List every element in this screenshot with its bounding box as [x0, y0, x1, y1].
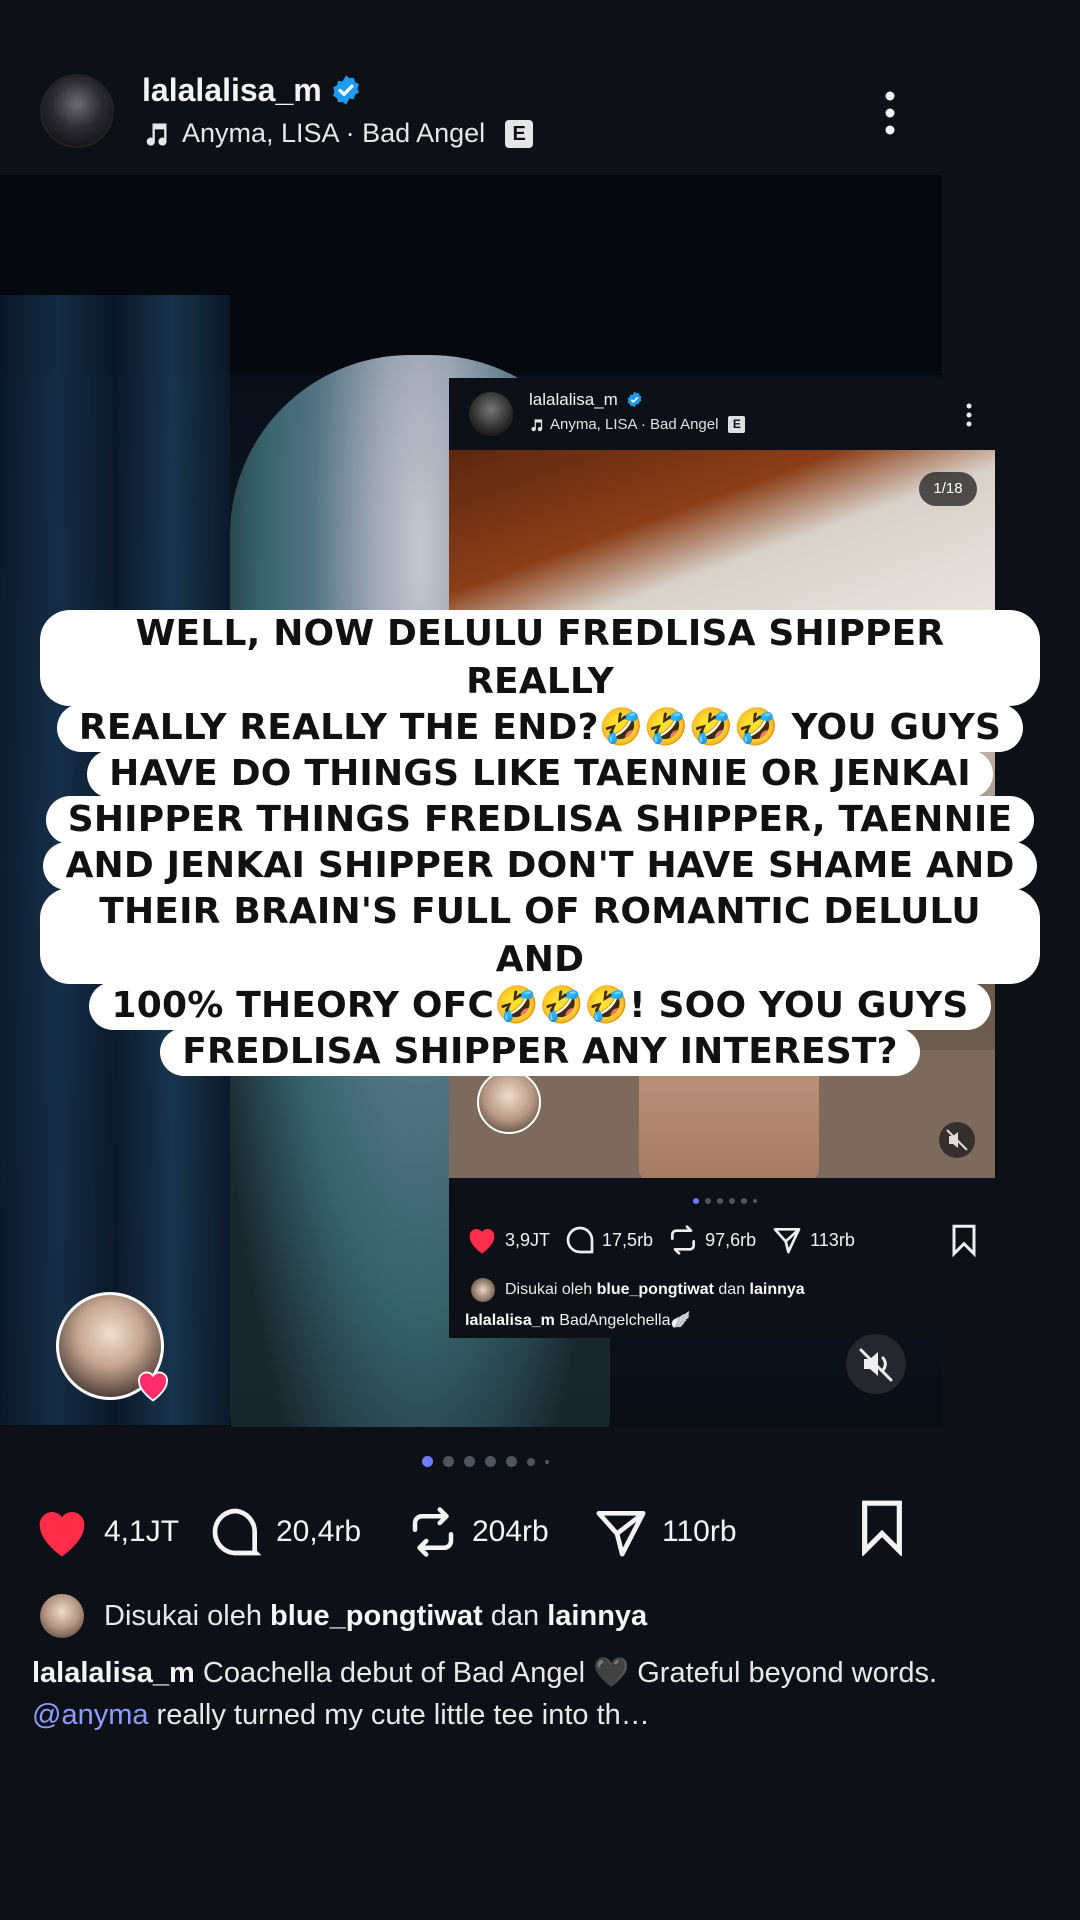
embedded-liked-others: lainnya [749, 1281, 805, 1298]
volume-muted-icon [859, 1348, 893, 1382]
embedded-comment: 17,5rb [564, 1224, 653, 1256]
comment-button[interactable]: 20,4rb [208, 1500, 361, 1564]
embedded-ceiling [449, 450, 995, 610]
embedded-music-info: Anyma, LISA · Bad Angel E [529, 416, 746, 433]
caption-text-more: really turned my cute little tee into th… [156, 1699, 650, 1731]
comment-count: 20,4rb [276, 1515, 362, 1548]
embedded-heart-icon [469, 1228, 495, 1254]
embedded-username: lalalalisa_m [529, 390, 618, 409]
bookmark-icon[interactable] [856, 1498, 908, 1556]
explicit-badge: E [505, 119, 534, 148]
embedded-share-icon [773, 1228, 801, 1254]
embedded-liked-user: blue_pongtiwat [596, 1281, 714, 1298]
carousel-dot-active[interactable] [422, 1456, 433, 1467]
embedded-verified-icon [627, 391, 641, 408]
music-title: Anyma, LISA · Bad Angel [182, 118, 486, 148]
overlay-line: REALLY REALLY THE END?🤣🤣🤣🤣 YOU GUYS [56, 704, 1024, 752]
post-caption[interactable]: lalalalisa_m Coachella debut of Bad Ange… [32, 1652, 1032, 1736]
embedded-like-count: 3,9JT [505, 1229, 551, 1250]
overlay-line: AND JENKAI SHIPPER DON'T HAVE SHAME AND [43, 842, 1037, 890]
overlay-line: THEIR BRAIN'S FULL OF ROMANTIC DELULU AN… [40, 888, 1040, 984]
caption-username[interactable]: lalalalisa_m [32, 1657, 195, 1689]
repost-icon [412, 1507, 454, 1557]
embedded-slide-counter: 1/18 [919, 472, 977, 506]
more-options-icon[interactable] [870, 90, 910, 136]
carousel-dot[interactable] [485, 1456, 496, 1467]
embedded-more-icon [966, 403, 972, 427]
overlay-line: HAVE DO THINGS LIKE TAENNIE OR JENKAI [87, 750, 993, 798]
embedded-repost-icon [671, 1225, 696, 1255]
repost-count: 204rb [472, 1515, 549, 1548]
mute-button[interactable] [846, 1334, 906, 1394]
liked-prefix: Disukai oleh [104, 1599, 262, 1632]
liked-join: dan [490, 1599, 540, 1632]
embedded-share: 113rb [770, 1224, 855, 1256]
username[interactable]: lalalalisa_m [142, 72, 322, 108]
embedded-share-count: 113rb [810, 1229, 855, 1250]
post-author[interactable]: lalalalisa_m [142, 72, 362, 109]
carousel-dot[interactable] [464, 1456, 475, 1467]
caption-text: Coachella debut of Bad Angel 🖤 Grateful … [202, 1657, 938, 1689]
embedded-repost-count: 97,6rb [705, 1229, 757, 1250]
embedded-bookmark-icon [952, 1224, 976, 1257]
embedded-repost: 97,6rb [667, 1224, 756, 1256]
share-button[interactable]: 110rb [592, 1500, 737, 1564]
comment-icon [212, 1508, 262, 1556]
verified-badge-icon [332, 75, 359, 105]
liked-by-user[interactable]: blue_pongtiwat [270, 1600, 483, 1632]
send-icon [596, 1511, 646, 1557]
carousel-dots[interactable] [422, 1456, 549, 1467]
embedded-music-title: Anyma, LISA · Bad Angel [550, 416, 719, 433]
carousel-dot[interactable] [506, 1456, 517, 1467]
embedded-explicit-badge: E [728, 416, 746, 433]
overlay-caption: WELL, NOW DELULU FREDLISA SHIPPER REALLY… [40, 610, 1040, 1076]
embedded-tagged-avatar [477, 1070, 541, 1134]
embedded-comment-count: 17,5rb [602, 1229, 654, 1250]
carousel-dot[interactable] [443, 1456, 454, 1467]
overlay-line: FREDLISA SHIPPER ANY INTEREST? [160, 1028, 920, 1076]
heart-badge-icon [138, 1371, 168, 1402]
embedded-caption-text: BadAngelchella🪽 [559, 1312, 691, 1329]
like-button[interactable]: 4,1JT [32, 1500, 179, 1564]
like-count: 4,1JT [104, 1515, 180, 1548]
embedded-avatar [469, 392, 513, 436]
embedded-comment-icon [566, 1226, 594, 1254]
profile-avatar[interactable] [40, 74, 114, 148]
embedded-liked-by: Disukai oleh blue_pongtiwat dan lainnya [471, 1278, 805, 1302]
liked-by[interactable]: Disukai oleh blue_pongtiwat dan lainnya [40, 1594, 647, 1638]
heart-filled-icon [39, 1512, 85, 1557]
embedded-caption: lalalalisa_m BadAngelchella🪽 [465, 1310, 690, 1330]
embedded-author: lalalalisa_m [529, 390, 643, 410]
embedded-action-bar: 3,9JT 17,5rb 97,6rb 113rb [465, 1220, 985, 1260]
embedded-liked-prefix: Disukai oleh [505, 1281, 593, 1298]
embedded-liked-join: dan [718, 1281, 746, 1298]
embedded-caption-user: lalalalisa_m [465, 1312, 555, 1329]
embedded-like: 3,9JT [465, 1225, 550, 1255]
embedded-carousel-dots [693, 1198, 757, 1204]
music-note-icon [146, 123, 167, 146]
carousel-dot[interactable] [527, 1457, 535, 1466]
liked-by-avatar [40, 1594, 84, 1638]
repost-button[interactable]: 204rb [406, 1500, 549, 1564]
overlay-line: SHIPPER THINGS FREDLISA SHIPPER, TAENNIE [45, 796, 1035, 844]
carousel-dot[interactable] [545, 1459, 549, 1464]
overlay-line: WELL, NOW DELULU FREDLISA SHIPPER REALLY [40, 610, 1040, 706]
embedded-music-note-icon [531, 418, 543, 431]
embedded-mute-icon [939, 1122, 975, 1158]
liked-others[interactable]: lainnya [547, 1600, 647, 1632]
embedded-liked-avatar [471, 1278, 495, 1302]
overlay-line: 100% THEORY OFC🤣🤣🤣! SOO YOU GUYS [89, 982, 991, 1030]
music-info[interactable]: Anyma, LISA · Bad Angel E [142, 118, 534, 149]
share-count: 110rb [662, 1515, 737, 1548]
caption-mention[interactable]: @anyma [32, 1699, 148, 1731]
